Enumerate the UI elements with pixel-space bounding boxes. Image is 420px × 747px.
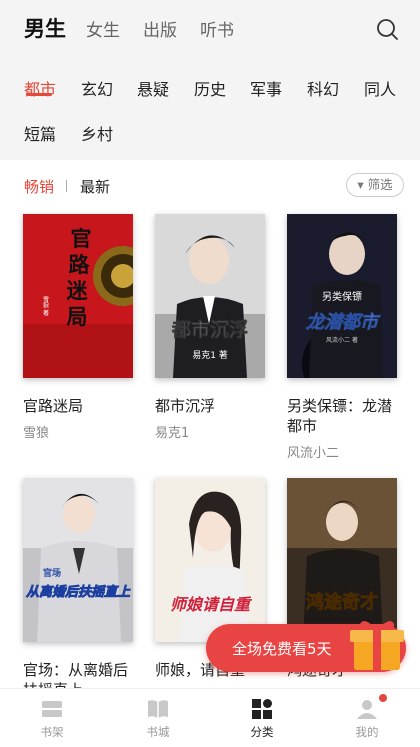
cover-title: 龙潜都市 bbox=[306, 312, 381, 333]
cover-author: 易克1 著 bbox=[192, 349, 228, 361]
nav-bookstore[interactable]: 书城 bbox=[118, 689, 198, 747]
cover-title: 师娘请自重 bbox=[170, 595, 253, 614]
book-author: 风流小二 bbox=[287, 446, 340, 461]
book-cover: 都市沉浮 易克1 著 bbox=[155, 214, 265, 378]
cover-subtitle: 官场 bbox=[43, 567, 61, 579]
book-title: 都市沉浮 bbox=[155, 397, 216, 415]
category-item[interactable]: 历史 bbox=[194, 76, 226, 100]
sort-latest[interactable]: 最新 bbox=[80, 176, 110, 197]
nav-label: 我的 bbox=[355, 725, 379, 739]
user-icon bbox=[357, 700, 377, 719]
cover-author: 风流小二 著 bbox=[326, 336, 358, 344]
svg-text:官: 官 bbox=[71, 226, 92, 251]
sort-bestseller[interactable]: 畅销 bbox=[24, 176, 54, 197]
cover-subtitle: 另类保镖 bbox=[322, 290, 362, 303]
category-item[interactable]: 玄幻 bbox=[81, 76, 113, 100]
book-icon bbox=[148, 700, 168, 718]
nav-bookshelf[interactable]: 书架 bbox=[12, 689, 92, 747]
tab-male[interactable]: 男生 bbox=[24, 13, 66, 43]
sort-divider bbox=[66, 180, 67, 192]
bookshelf-icon bbox=[42, 701, 62, 717]
book-cover: 官 路 迷 局 雪狼 著 bbox=[23, 214, 133, 378]
category-item[interactable]: 短篇 bbox=[24, 121, 56, 145]
nav-label: 分类 bbox=[250, 725, 274, 739]
category-list: 都市 玄幻 悬疑 历史 军事 科幻 同人 短篇 乡村 bbox=[0, 58, 420, 160]
category-item[interactable]: 科幻 bbox=[307, 76, 339, 100]
svg-text:路: 路 bbox=[69, 252, 91, 277]
book-title: 另类保镖：龙潜都市 bbox=[287, 397, 393, 435]
category-item[interactable]: 军事 bbox=[250, 76, 282, 100]
book-title: 官路迷局 bbox=[23, 397, 84, 415]
top-tab-bar: 男生 女生 出版 听书 bbox=[0, 0, 420, 58]
book-author: 易克1 bbox=[155, 426, 190, 441]
book-cover: 师娘请自重 bbox=[155, 478, 265, 642]
cover-author: 雪狼 著 bbox=[42, 296, 49, 317]
cover-title: 从离婚后扶摇直上 bbox=[26, 584, 131, 600]
active-category-indicator bbox=[26, 93, 52, 96]
svg-text:迷: 迷 bbox=[66, 278, 89, 303]
category-item[interactable]: 都市 bbox=[24, 76, 56, 100]
gift-icon[interactable] bbox=[346, 614, 408, 674]
tab-audiobook[interactable]: 听书 bbox=[200, 16, 234, 41]
search-icon[interactable] bbox=[376, 18, 398, 40]
book-author: 雪狼 bbox=[23, 426, 50, 441]
tab-publish[interactable]: 出版 bbox=[143, 16, 177, 41]
category-icon bbox=[252, 699, 272, 719]
category-item[interactable]: 同人 bbox=[364, 76, 396, 100]
bottom-nav: 书架 书城 分类 我的 bbox=[0, 688, 420, 747]
nav-label: 书城 bbox=[146, 725, 170, 739]
promo-label: 全场免费看5天 bbox=[232, 640, 332, 658]
nav-mine[interactable]: 我的 bbox=[327, 689, 407, 747]
filter-button[interactable]: ▾ 筛选 bbox=[346, 173, 404, 197]
cover-title: 都市沉浮 bbox=[171, 318, 248, 341]
svg-text:局: 局 bbox=[67, 304, 88, 329]
notification-dot bbox=[379, 694, 387, 702]
nav-category[interactable]: 分类 bbox=[222, 689, 302, 747]
category-item[interactable]: 乡村 bbox=[81, 121, 113, 145]
category-item[interactable]: 悬疑 bbox=[137, 76, 169, 100]
tab-female[interactable]: 女生 bbox=[86, 16, 120, 41]
cover-title: 鸿途奇才 bbox=[306, 591, 378, 613]
book-cover: 另类保镖 龙潜都市 风流小二 著 bbox=[287, 214, 397, 378]
sort-bar: 畅销 最新 ▾ 筛选 bbox=[0, 160, 420, 210]
nav-label: 书架 bbox=[40, 725, 64, 739]
book-cover: 官场 从离婚后扶摇直上 bbox=[23, 478, 133, 642]
